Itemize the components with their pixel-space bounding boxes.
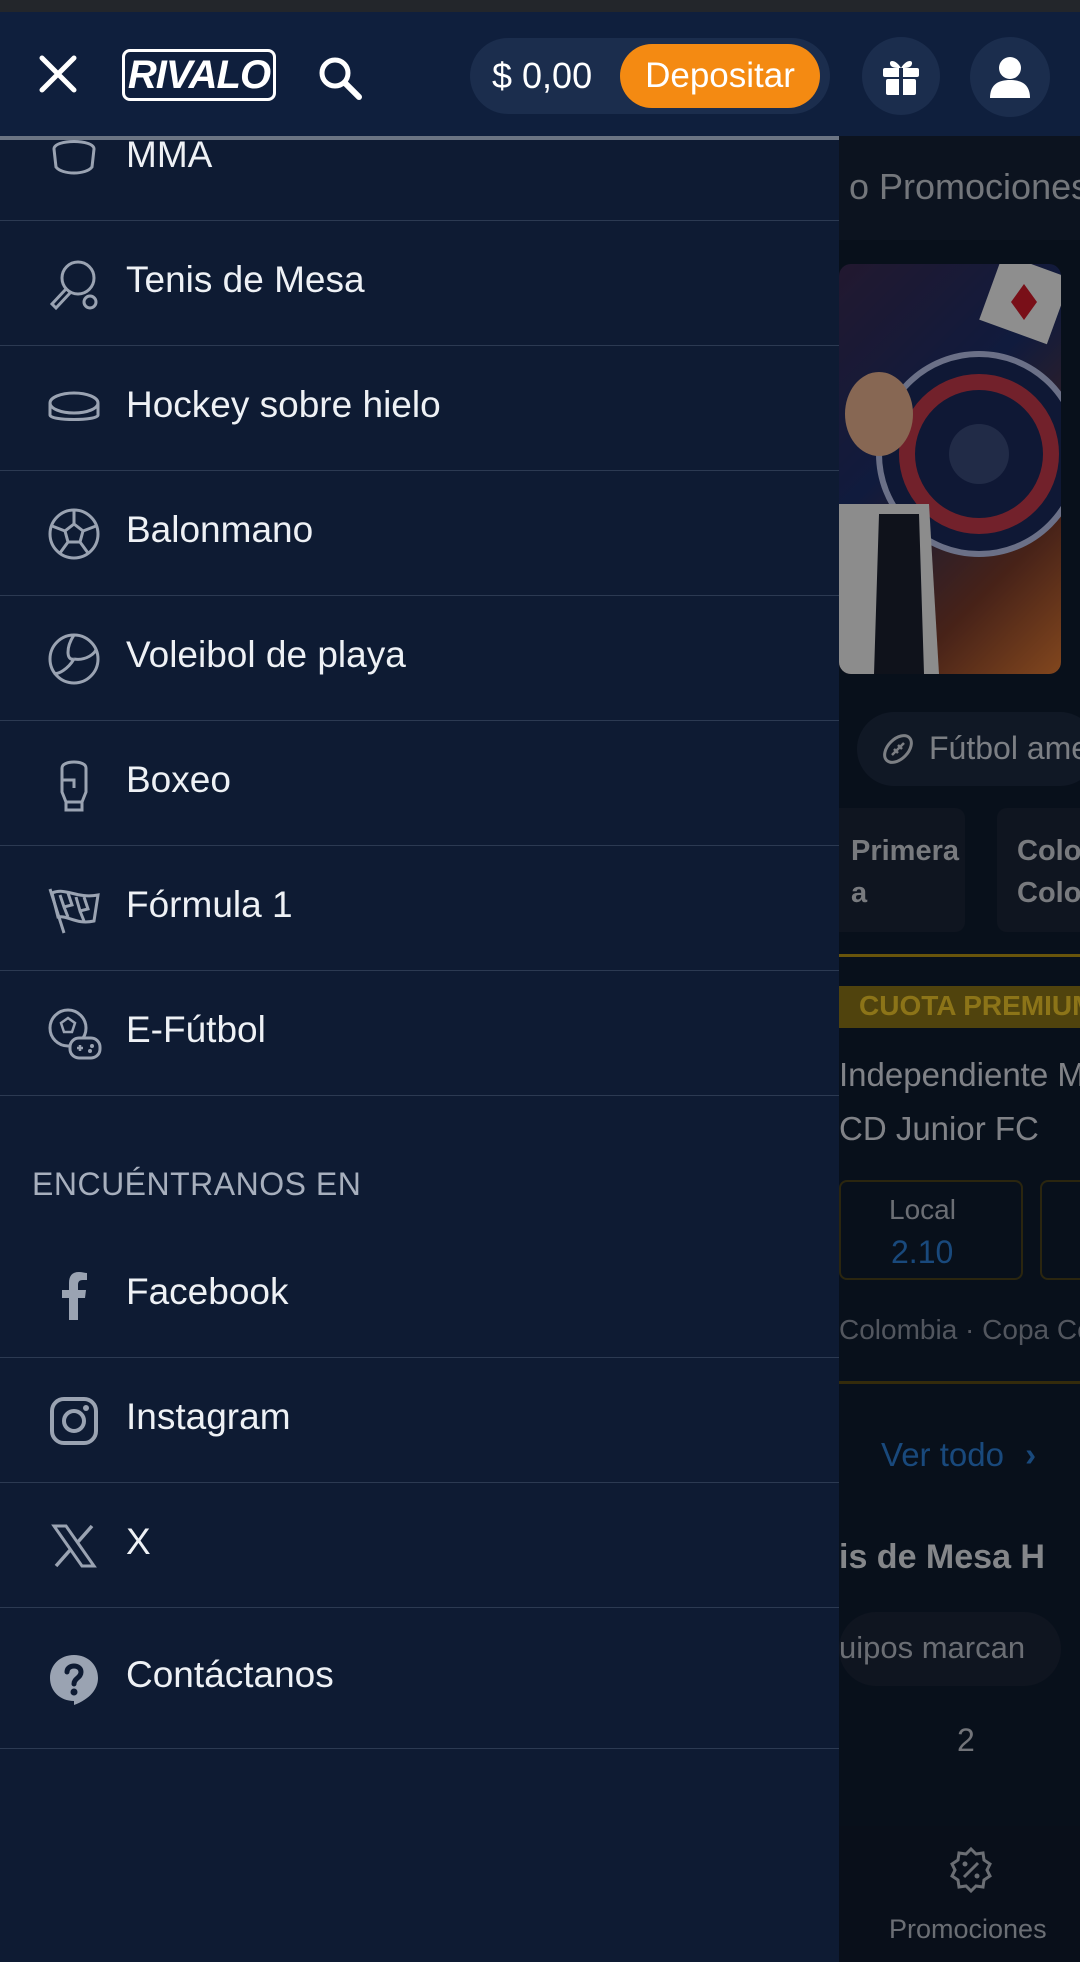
instagram-icon [44, 1391, 104, 1451]
menu-item-label: Facebook [126, 1271, 289, 1312]
side-menu-drawer: MMA Tenis de Mesa Hockey sobre hielo Bal… [0, 136, 839, 1962]
menu-item-label: Balonmano [126, 509, 314, 550]
rivalo-logo[interactable]: RIVALO [122, 49, 276, 101]
menu-item-beach-volleyball[interactable]: Voleibol de playa [0, 596, 839, 721]
handball-icon [44, 504, 104, 564]
mma-glove-icon [44, 136, 104, 189]
social-section-title: ENCUÉNTRANOS EN [32, 1166, 362, 1202]
menu-item-handball[interactable]: Balonmano [0, 471, 839, 596]
menu-item-table-tennis[interactable]: Tenis de Mesa [0, 221, 839, 346]
menu-item-formula-1[interactable]: Fórmula 1 [0, 846, 839, 971]
balance-pill[interactable]: $ 0,00 Depositar [470, 38, 830, 114]
menu-item-label: Instagram [126, 1396, 291, 1437]
overlay-dim[interactable] [839, 136, 1080, 1962]
menu-item-boxing[interactable]: Boxeo [0, 721, 839, 846]
facebook-icon [44, 1266, 104, 1326]
hockey-puck-icon [44, 379, 104, 439]
boxing-glove-icon [44, 754, 104, 814]
top-header: RIVALO $ 0,00 Depositar [0, 12, 1080, 136]
status-strip [0, 0, 1080, 12]
menu-item-contact[interactable]: Contáctanos [0, 1608, 839, 1749]
menu-item-label: MMA [126, 136, 213, 175]
menu-item-label: Boxeo [126, 759, 231, 800]
menu-item-label: Voleibol de playa [126, 634, 406, 675]
user-icon [990, 57, 1030, 98]
x-icon [44, 1516, 104, 1576]
search-icon [319, 57, 362, 100]
gift-button[interactable] [862, 37, 940, 115]
search-button[interactable] [314, 52, 366, 104]
menu-item-facebook[interactable]: Facebook [0, 1233, 839, 1358]
menu-item-e-football[interactable]: E-Fútbol [0, 971, 839, 1096]
menu-item-label: E-Fútbol [126, 1009, 266, 1050]
menu-item-label: Hockey sobre hielo [126, 384, 441, 425]
menu-item-label: Tenis de Mesa [126, 259, 365, 300]
menu-item-mma[interactable]: MMA [0, 136, 839, 221]
gift-icon [883, 61, 919, 95]
checkered-flag-icon [44, 879, 104, 939]
menu-item-x[interactable]: X [0, 1483, 839, 1608]
table-tennis-icon [44, 254, 104, 314]
menu-item-ice-hockey[interactable]: Hockey sobre hielo [0, 346, 839, 471]
menu-item-instagram[interactable]: Instagram [0, 1358, 839, 1483]
close-icon [39, 55, 77, 93]
deposit-button[interactable]: Depositar [620, 44, 820, 108]
menu-item-label: X [126, 1521, 151, 1562]
user-account-button[interactable] [970, 37, 1050, 117]
menu-item-label: Fórmula 1 [126, 884, 293, 925]
volleyball-icon [44, 629, 104, 689]
close-menu-button[interactable] [32, 48, 84, 100]
balance-amount: $ 0,00 [492, 55, 593, 96]
esports-football-icon [44, 1004, 104, 1064]
help-icon [44, 1649, 104, 1709]
menu-item-label: Contáctanos [126, 1654, 334, 1695]
